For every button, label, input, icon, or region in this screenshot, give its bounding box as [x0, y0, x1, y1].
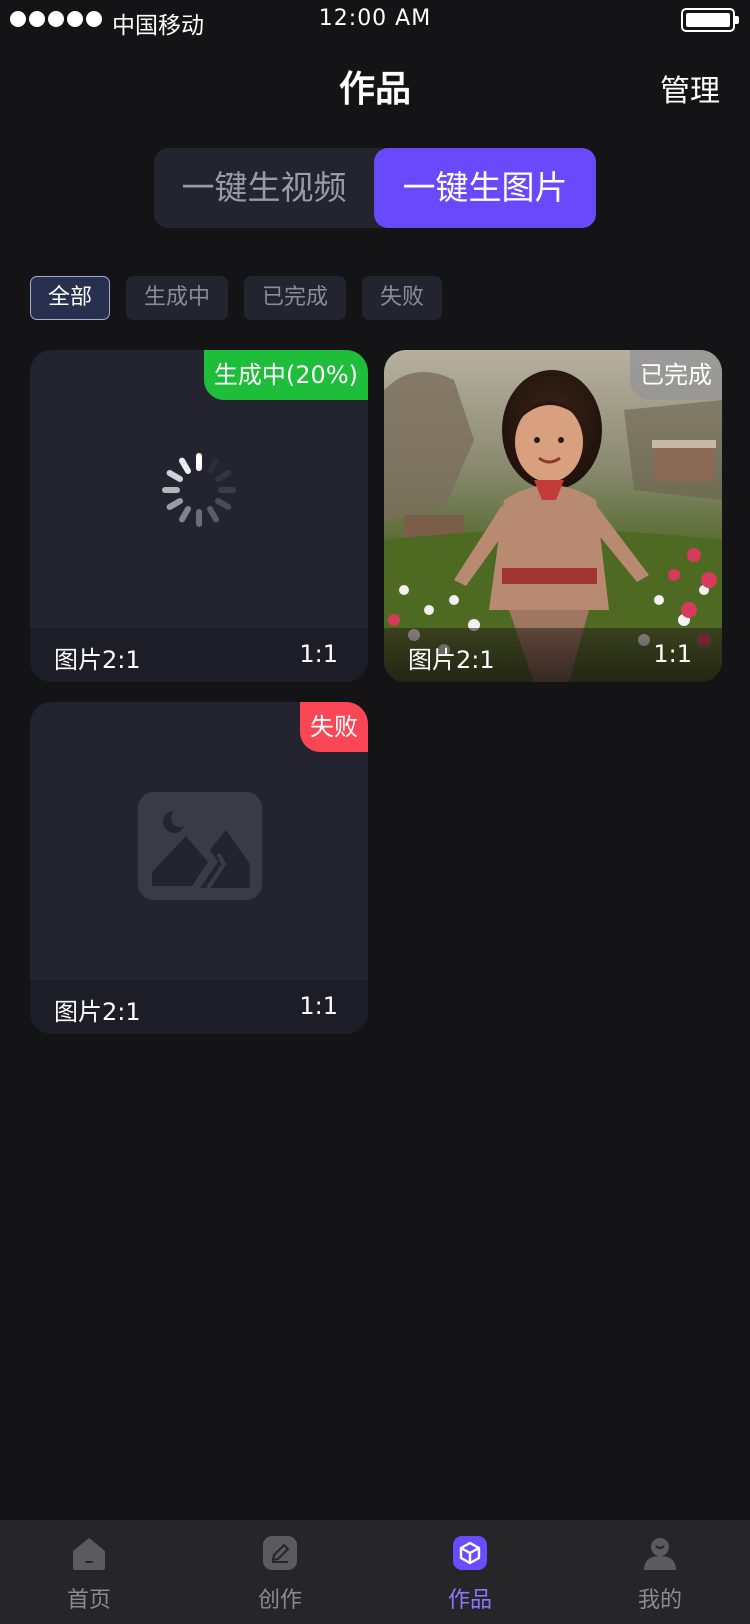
image-placeholder-icon	[138, 792, 262, 900]
cube-icon	[453, 1536, 487, 1570]
card-title: 图片2:1	[408, 646, 495, 674]
manage-button[interactable]: 管理	[660, 66, 720, 110]
loading-spinner-icon	[162, 453, 236, 527]
filter-all[interactable]: 全部	[30, 276, 111, 320]
tab-home[interactable]: 首页	[29, 1534, 149, 1614]
user-icon	[644, 1538, 676, 1570]
status-badge: 失败	[300, 702, 368, 752]
status-bar: 中国移动 12:00 AM	[0, 0, 750, 40]
mode-segmented-control: 一键生视频 一键生图片	[154, 148, 596, 228]
tab-mine[interactable]: 我的	[600, 1534, 720, 1614]
card-ratio: 1:1	[653, 640, 692, 668]
tab-label: 首页	[66, 1588, 111, 1613]
card-footer: 图片2:1 1:1	[30, 628, 368, 682]
edit-icon	[263, 1536, 297, 1570]
tab-label: 作品	[447, 1588, 492, 1613]
card-ratio: 1:1	[299, 640, 338, 668]
home-icon	[73, 1538, 105, 1570]
work-card-completed[interactable]: 已完成 图片2:1 1:1	[384, 350, 722, 682]
bottom-tab-bar: 首页 创作 作品 我的	[0, 1520, 750, 1624]
status-badge: 已完成	[630, 350, 722, 400]
card-ratio: 1:1	[299, 992, 338, 1020]
status-badge: 生成中(20%)	[203, 350, 368, 400]
filter-completed[interactable]: 已完成	[244, 276, 347, 320]
card-footer: 图片2:1 1:1	[384, 628, 722, 682]
page-title: 作品	[338, 69, 411, 110]
tab-works[interactable]: 作品	[410, 1534, 530, 1614]
card-title: 图片2:1	[54, 998, 141, 1026]
status-filter-bar: 全部 生成中 已完成 失败	[30, 276, 443, 320]
work-card-generating[interactable]: 生成中(20%) 图片2:1 1:1	[30, 350, 368, 682]
status-time: 12:00 AM	[318, 6, 432, 31]
filter-failed[interactable]: 失败	[362, 276, 443, 320]
card-title: 图片2:1	[54, 646, 141, 674]
tab-create[interactable]: 创作	[220, 1534, 340, 1614]
filter-generating[interactable]: 生成中	[126, 276, 229, 320]
tab-one-click-image[interactable]: 一键生图片	[374, 148, 596, 228]
battery-icon	[681, 8, 739, 32]
tab-one-click-video[interactable]: 一键生视频	[154, 148, 374, 228]
work-card-failed[interactable]: 失败 图片2:1 1:1	[30, 702, 368, 1034]
card-footer: 图片2:1 1:1	[30, 980, 368, 1034]
tab-label: 创作	[257, 1588, 302, 1613]
tab-label: 我的	[637, 1588, 682, 1613]
